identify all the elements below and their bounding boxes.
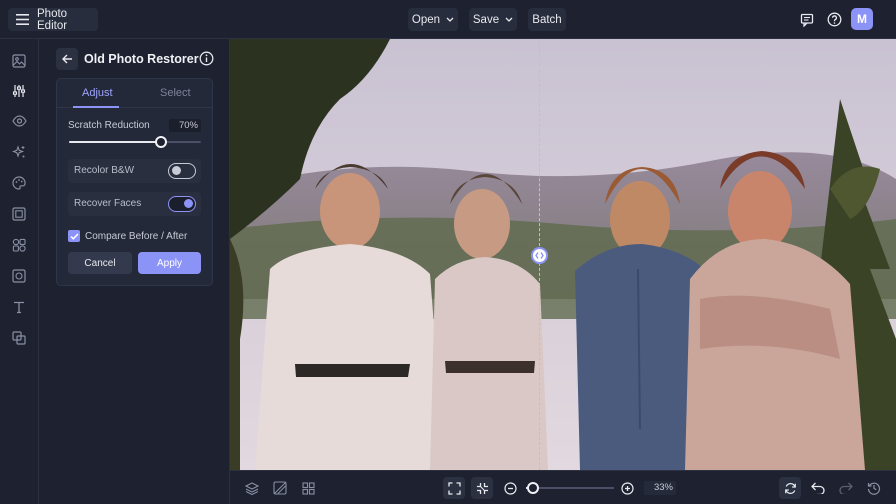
- layers-icon: [245, 481, 259, 495]
- batch-label: Batch: [532, 13, 562, 26]
- restored-photo: [230, 39, 896, 470]
- cancel-button[interactable]: Cancel: [68, 252, 132, 274]
- scratch-reduction-label: Scratch Reduction: [68, 120, 150, 131]
- tab-adjust[interactable]: Adjust: [82, 87, 113, 99]
- recolor-bw-label: Recolor B&W: [74, 165, 135, 176]
- slider-thumb[interactable]: [155, 136, 168, 148]
- tool-rail: [0, 39, 39, 504]
- eye-icon: [11, 115, 27, 127]
- back-button[interactable]: [56, 48, 78, 70]
- expand-icon: [447, 481, 461, 495]
- tab-select[interactable]: Select: [160, 87, 191, 99]
- tool-panel: Old Photo Restorer Adjust Select Scratch…: [39, 39, 230, 504]
- info-icon[interactable]: [199, 51, 214, 66]
- redo-icon: [839, 482, 853, 494]
- text-icon: [12, 300, 26, 314]
- reset-button[interactable]: [779, 477, 801, 499]
- refresh-icon: [784, 482, 797, 495]
- apply-button[interactable]: Apply: [138, 252, 201, 274]
- restorer-settings-card: Adjust Select Scratch Reduction 70% Reco…: [56, 78, 213, 286]
- help-circle-icon: [827, 12, 842, 27]
- zoom-slider[interactable]: [526, 482, 614, 494]
- zoom-level-value[interactable]: 33%: [644, 481, 676, 495]
- rail-item-paint[interactable]: [10, 174, 28, 192]
- shrink-icon: [476, 482, 489, 495]
- open-label: Open: [411, 13, 441, 26]
- rail-item-view[interactable]: [10, 112, 28, 130]
- rail-item-shapes[interactable]: [10, 236, 28, 254]
- photo-canvas[interactable]: [230, 39, 896, 470]
- recover-faces-row: Recover Faces: [68, 192, 201, 216]
- user-avatar[interactable]: M: [851, 8, 873, 30]
- history-button[interactable]: [863, 477, 885, 499]
- arrow-left-icon: [61, 54, 73, 64]
- save-menu-button[interactable]: Save: [469, 8, 517, 31]
- frame-icon: [12, 207, 26, 221]
- shapes-icon: [12, 238, 26, 252]
- chat-bubble-icon: [800, 13, 814, 27]
- crop-overlay-icon: [12, 269, 26, 283]
- help-button[interactable]: [823, 8, 846, 31]
- image-mask-icon: [273, 481, 287, 495]
- bottom-toolbar: 33%: [230, 470, 896, 504]
- mask-button[interactable]: [269, 477, 291, 499]
- zoom-in-button[interactable]: [616, 477, 638, 499]
- zoom-out-icon: [503, 481, 517, 495]
- top-bar: Photo Editor Open Save Batch M: [0, 0, 896, 39]
- compare-before-after-row[interactable]: Compare Before / After: [68, 229, 187, 243]
- recover-faces-toggle[interactable]: [168, 196, 196, 212]
- panel-header: Old Photo Restorer: [56, 48, 216, 70]
- comments-button[interactable]: [795, 8, 818, 31]
- compare-divider-handle[interactable]: [531, 247, 549, 264]
- zoom-out-button[interactable]: [499, 477, 521, 499]
- toggle-knob: [184, 199, 193, 208]
- redo-button[interactable]: [835, 477, 857, 499]
- zoom-slider-thumb[interactable]: [527, 482, 540, 494]
- scratch-reduction-value[interactable]: 70%: [169, 119, 201, 132]
- toggle-knob: [172, 166, 181, 175]
- undo-icon: [811, 482, 825, 494]
- rail-item-image[interactable]: [10, 52, 28, 70]
- recolor-bw-row: Recolor B&W: [68, 159, 201, 183]
- recolor-bw-toggle[interactable]: [168, 163, 196, 179]
- zoom-in-icon: [620, 481, 634, 495]
- app-title: Photo Editor: [37, 7, 68, 32]
- save-label: Save: [472, 13, 500, 26]
- grid-button[interactable]: [297, 477, 319, 499]
- panel-title: Old Photo Restorer: [84, 52, 199, 66]
- compare-checkbox[interactable]: [68, 230, 80, 242]
- chevron-down-icon: [505, 17, 513, 22]
- active-tab-indicator: [73, 106, 119, 108]
- rail-item-effects[interactable]: [10, 143, 28, 161]
- chevron-down-icon: [446, 17, 454, 22]
- sparkle-effects-icon: [12, 145, 26, 159]
- recover-faces-label: Recover Faces: [74, 198, 142, 209]
- undo-button[interactable]: [807, 477, 829, 499]
- layers-button[interactable]: [241, 477, 263, 499]
- palette-icon: [12, 176, 26, 190]
- rail-item-text[interactable]: [10, 298, 28, 316]
- rail-item-overlays[interactable]: [10, 267, 28, 285]
- grid-icon: [301, 481, 315, 495]
- image-icon: [12, 54, 26, 68]
- rail-item-adjust[interactable]: [10, 82, 28, 100]
- split-arrows-icon: [535, 251, 544, 260]
- compare-label: Compare Before / After: [85, 230, 188, 242]
- main-menu-button[interactable]: Photo Editor: [8, 7, 98, 32]
- layers-graphics-icon: [12, 331, 26, 345]
- actual-size-button[interactable]: [471, 477, 493, 499]
- rail-item-graphics[interactable]: [10, 329, 28, 347]
- panel-tabs: Adjust Select: [57, 79, 212, 108]
- open-menu-button[interactable]: Open: [408, 8, 458, 31]
- rail-item-frames[interactable]: [10, 205, 28, 223]
- adjust-sliders-icon: [12, 84, 26, 98]
- slider-fill: [69, 141, 162, 143]
- hamburger-menu-icon: [16, 14, 29, 25]
- fit-to-screen-button[interactable]: [443, 477, 465, 499]
- scratch-reduction-slider[interactable]: [69, 136, 201, 148]
- batch-button[interactable]: Batch: [528, 8, 566, 31]
- history-clock-icon: [867, 481, 881, 495]
